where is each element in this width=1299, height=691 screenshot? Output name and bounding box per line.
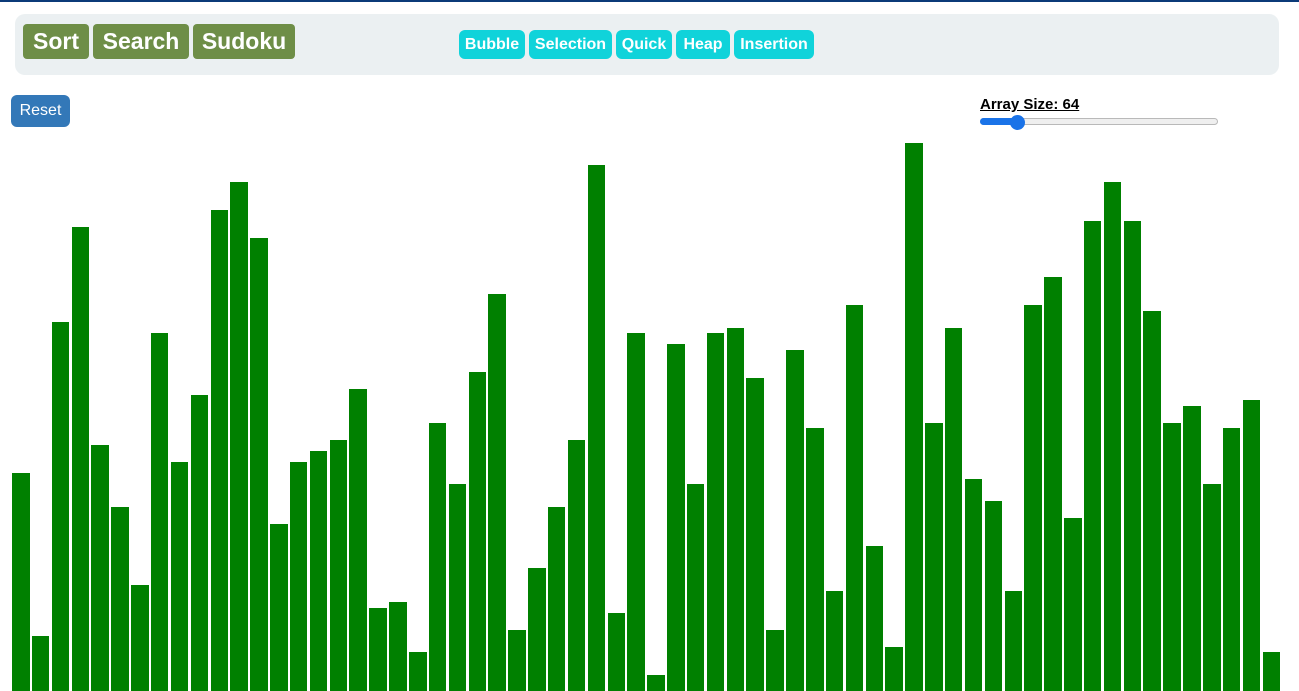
- array-bar: [448, 484, 467, 691]
- array-bar: [488, 294, 506, 691]
- array-bar: [111, 507, 129, 691]
- array-size-label: Array Size: 64: [980, 96, 1080, 113]
- array-bar: [289, 462, 308, 691]
- array-bar: [1163, 423, 1181, 691]
- array-bar: [1024, 305, 1042, 691]
- array-bar: [825, 591, 844, 691]
- array-bar: [349, 389, 367, 691]
- array-bar: [944, 328, 963, 691]
- sudoku-mode-button[interactable]: Sudoku: [193, 24, 295, 59]
- array-bar: [150, 333, 169, 691]
- slider-thumb[interactable]: [1010, 115, 1025, 130]
- quick-sort-button[interactable]: Quick: [616, 30, 672, 59]
- array-bar: [428, 423, 447, 691]
- array-bar: [984, 501, 1003, 691]
- selection-sort-button[interactable]: Selection: [529, 30, 612, 59]
- array-bar: [170, 462, 189, 691]
- array-bar: [567, 440, 586, 691]
- array-bar: [71, 227, 90, 691]
- array-bar: [726, 328, 745, 691]
- array-bar: [270, 524, 288, 691]
- array-bar: [190, 395, 209, 691]
- array-bar: [1242, 400, 1261, 691]
- array-bar: [528, 568, 546, 691]
- array-bar: [230, 182, 248, 691]
- reset-button[interactable]: Reset: [11, 95, 70, 127]
- array-bar: [1143, 311, 1161, 691]
- top-border: [0, 0, 1299, 2]
- array-bar: [865, 546, 884, 691]
- array-bar: [706, 333, 725, 691]
- navbar: Sort Search Sudoku Bubble Selection Quic…: [15, 14, 1279, 75]
- array-bar: [409, 652, 427, 691]
- array-bar: [885, 647, 903, 691]
- array-bar: [1103, 182, 1122, 691]
- array-bar: [1222, 428, 1241, 691]
- array-bar: [667, 344, 685, 691]
- array-bar: [12, 473, 30, 691]
- array-bar: [31, 636, 50, 691]
- array-bar: [547, 507, 566, 691]
- array-bar: [51, 322, 70, 691]
- array-bar: [925, 423, 943, 691]
- array-bar: [210, 210, 228, 691]
- array-bar: [1203, 484, 1221, 691]
- array-bar: [369, 608, 387, 691]
- array-bar: [131, 585, 149, 691]
- array-bar: [508, 630, 526, 691]
- heap-sort-button[interactable]: Heap: [676, 30, 730, 59]
- array-bar: [806, 428, 824, 691]
- array-bar: [1044, 277, 1062, 691]
- array-bar: [91, 445, 109, 691]
- array-bar: [468, 372, 487, 691]
- array-size-slider[interactable]: [980, 115, 1218, 130]
- array-bar: [250, 238, 268, 691]
- search-mode-button[interactable]: Search: [93, 24, 189, 59]
- array-bar: [766, 630, 784, 691]
- array-bar: [746, 378, 764, 691]
- array-bar: [1004, 591, 1022, 691]
- array-bar: [905, 143, 923, 691]
- array-bar: [686, 484, 705, 691]
- array-bar: [587, 165, 606, 691]
- bubble-sort-button[interactable]: Bubble: [459, 30, 525, 59]
- array-bars: [12, 130, 1282, 691]
- sort-mode-button[interactable]: Sort: [23, 24, 89, 59]
- array-bar: [786, 350, 804, 691]
- array-bar: [647, 675, 665, 691]
- array-bar: [329, 440, 348, 691]
- array-bar: [607, 613, 625, 691]
- array-bar: [1183, 406, 1201, 691]
- insertion-sort-button[interactable]: Insertion: [734, 30, 814, 59]
- array-bar: [1083, 221, 1102, 691]
- array-bar: [1064, 518, 1082, 691]
- array-bar: [845, 305, 864, 691]
- array-bar: [627, 333, 645, 691]
- array-bar: [389, 602, 407, 691]
- array-bar: [964, 479, 983, 691]
- array-bar: [1262, 652, 1281, 691]
- array-bar: [1123, 221, 1142, 691]
- array-bar: [309, 451, 328, 691]
